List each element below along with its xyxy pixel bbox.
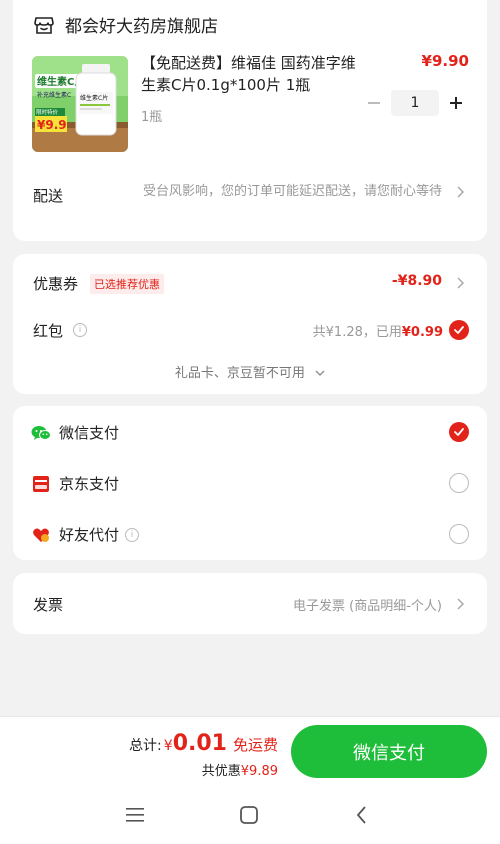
pay-button[interactable]: 微信支付 [291, 725, 487, 778]
payment-option-label: 好友代付 [59, 526, 120, 544]
discount-summary: 共优惠¥9.89 [202, 760, 278, 779]
payment-option-wechat[interactable]: 微信支付 [31, 422, 119, 443]
redpack-label: 红包 [33, 322, 64, 340]
chevron-down-icon [315, 370, 325, 376]
image-promo-badge: 限时特价 [36, 108, 59, 116]
friend-pay-info-icon[interactable]: i [125, 527, 140, 542]
friend-pay-radio[interactable] [449, 524, 469, 544]
redpack-info-icon[interactable]: i [73, 323, 87, 337]
image-promo-text: ¥9.9 [37, 118, 67, 132]
quantity-value[interactable]: 1 [391, 90, 439, 116]
system-nav-bar [0, 791, 500, 839]
total-currency: ¥ [163, 738, 173, 754]
payment-option-label: 微信支付 [59, 424, 120, 442]
delivery-notice[interactable]: 受台风影响，您的订单可能延迟配送，请您耐心等待 [142, 181, 442, 202]
coupon-value[interactable]: -¥8.90 [392, 273, 442, 289]
store-icon [34, 16, 54, 34]
total-label: 总计: [129, 738, 162, 754]
delivery-label: 配送 [33, 187, 64, 205]
payment-option-label: 京东支付 [59, 475, 120, 493]
checkout-bar: 总计: ¥ 0.01 免运费 共优惠¥9.89 微信支付 [0, 716, 500, 844]
increase-quantity-button[interactable] [445, 92, 467, 114]
image-sub-text: 补充维生素C [37, 91, 71, 99]
redpack-used: ¥0.99 [401, 325, 443, 340]
product-price: ¥9.90 [421, 52, 469, 70]
quantity-stepper: 1 [363, 90, 467, 116]
menu-icon[interactable] [123, 803, 147, 827]
delivery-chevron-right-icon[interactable] [455, 185, 465, 199]
saved-label: 共优惠 [201, 764, 241, 779]
store-header[interactable]: 都会好大药房旗舰店 [33, 12, 218, 37]
giftcard-text: 礼品卡、京豆暂不可用 [174, 366, 305, 381]
wechat-selected-icon[interactable] [449, 422, 469, 442]
product-title[interactable]: 【免配送费】维福佳 国药准字维生素C片0.1g*100片 1瓶 [141, 52, 361, 96]
store-card: 都会好大药房旗舰店 维生素C片 补充维生素C 限时特价 ¥9.9 维生素C片 【… [13, 0, 487, 241]
invoice-chevron-right-icon[interactable] [455, 597, 465, 611]
payment-option-friend[interactable]: 好友代付 i [31, 524, 140, 545]
friend-pay-icon [31, 525, 51, 545]
image-bottle-label: 维生素C片 [80, 94, 108, 102]
back-icon[interactable] [350, 803, 374, 827]
order-total: 总计: ¥ 0.01 免运费 [129, 731, 278, 756]
jd-pay-icon [31, 474, 51, 494]
free-shipping-text: 免运费 [232, 736, 278, 754]
jd-pay-radio[interactable] [449, 473, 469, 493]
minus-icon [368, 102, 380, 104]
product-image[interactable]: 维生素C片 补充维生素C 限时特价 ¥9.9 维生素C片 [32, 56, 128, 152]
saved-amount: ¥9.89 [240, 764, 278, 779]
plus-icon [450, 97, 462, 109]
redpack-summary[interactable]: 共¥1.28，已用¥0.99 [313, 321, 443, 340]
coupon-chevron-right-icon[interactable] [455, 276, 465, 290]
promotions-card: 优惠券 已选推荐优惠 -¥8.90 红包 i 共¥1.28，已用¥0.99 礼品… [13, 254, 487, 394]
product-spec: 1瓶 [141, 110, 163, 125]
redpack-total: 共¥1.28，已用 [312, 325, 402, 340]
redpack-check-icon[interactable] [449, 320, 469, 340]
home-icon[interactable] [237, 803, 261, 827]
coupon-label: 优惠券 [33, 275, 79, 293]
coupon-tag: 已选推荐优惠 [90, 274, 164, 294]
decrease-quantity-button[interactable] [363, 92, 385, 114]
invoice-card[interactable]: 发票 电子发票 (商品明细-个人) [13, 573, 487, 634]
payment-card: 微信支付 京东支付 好友代付 i [13, 406, 487, 560]
payment-option-jd[interactable]: 京东支付 [31, 473, 119, 494]
giftcard-unavailable[interactable]: 礼品卡、京豆暂不可用 [13, 362, 487, 381]
total-amount: 0.01 [172, 731, 227, 756]
invoice-value: 电子发票 (商品明细-个人) [293, 599, 442, 614]
invoice-label: 发票 [33, 596, 64, 614]
store-name: 都会好大药房旗舰店 [65, 17, 218, 37]
wechat-icon [31, 423, 51, 443]
